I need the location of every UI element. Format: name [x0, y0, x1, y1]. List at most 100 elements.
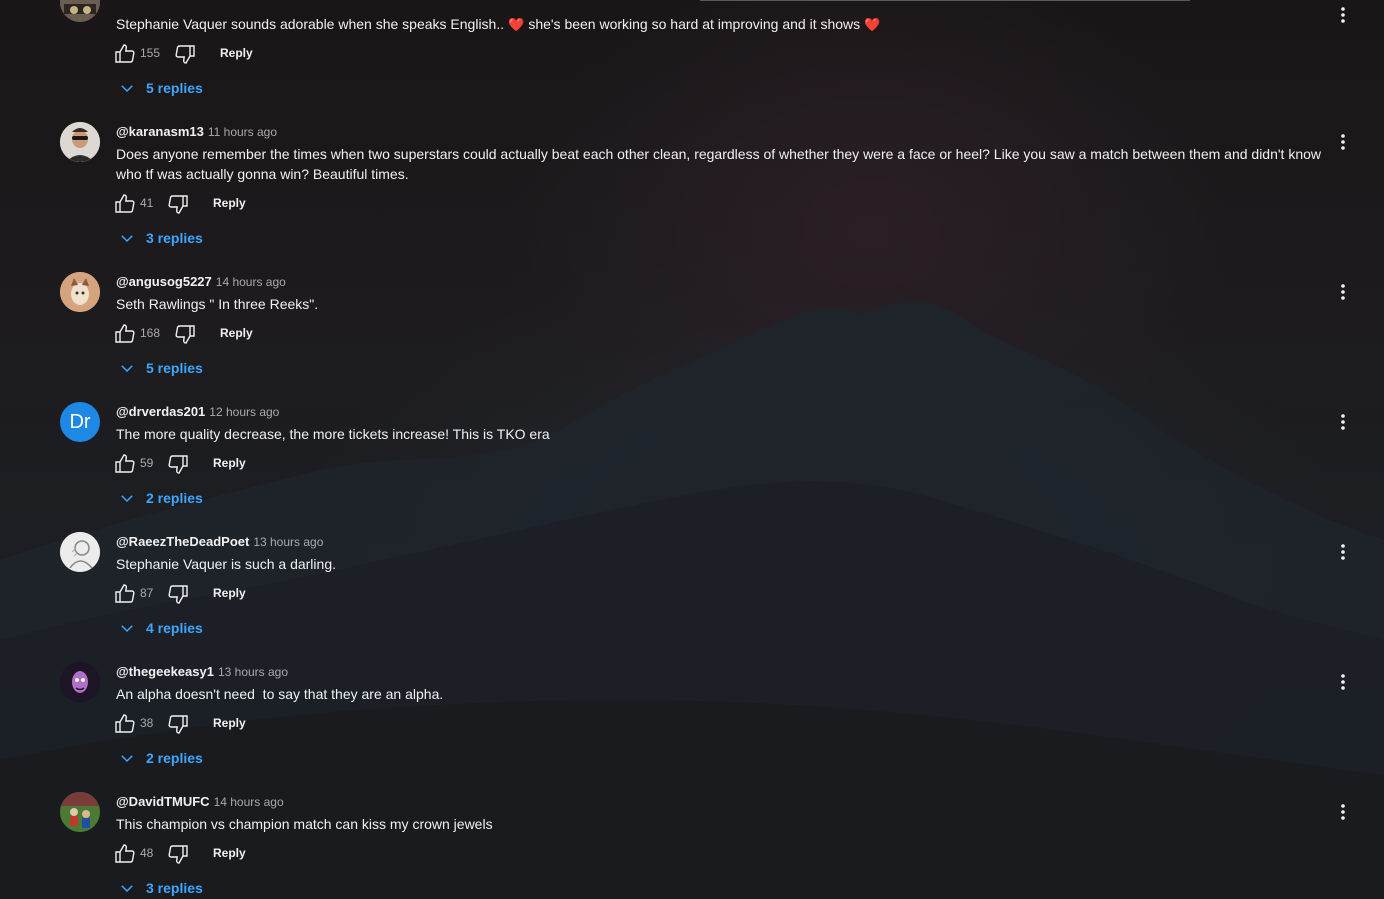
chevron-down-icon — [121, 85, 133, 93]
thumbs-down-icon[interactable] — [166, 712, 190, 736]
comment-header: @DavidTMUFC 14 hours ago — [116, 794, 284, 809]
timestamp[interactable]: 12 hours ago — [209, 405, 279, 419]
replies-count-label: 4 replies — [146, 620, 203, 636]
view-replies-button[interactable]: 2 replies — [118, 748, 203, 768]
replies-count-label: 3 replies — [146, 230, 203, 246]
avatar[interactable] — [60, 792, 100, 832]
thumbs-down-icon[interactable] — [166, 842, 190, 866]
more-options-icon[interactable] — [1331, 130, 1355, 154]
view-replies-button[interactable]: 5 replies — [118, 78, 203, 98]
author-name[interactable]: @DavidTMUFC — [116, 794, 210, 809]
like-count: 41 — [140, 196, 154, 210]
avatar[interactable] — [60, 122, 100, 162]
more-options-icon[interactable] — [1331, 280, 1355, 304]
timestamp[interactable]: 14 hours ago — [216, 275, 286, 289]
avatar[interactable]: Dr — [60, 402, 100, 442]
like-count: 87 — [140, 586, 154, 600]
comment-text: This champion vs champion match can kiss… — [116, 816, 493, 832]
thumbs-up-icon[interactable] — [113, 192, 137, 216]
avatar-man-sunglasses-image — [60, 122, 100, 162]
more-options-icon[interactable] — [1331, 410, 1355, 434]
view-replies-button[interactable]: 4 replies — [118, 618, 203, 638]
avatar[interactable] — [60, 272, 100, 312]
timestamp[interactable]: 13 hours ago — [218, 665, 288, 679]
reply-button[interactable]: Reply — [213, 456, 246, 470]
timestamp[interactable]: 11 hours ago — [208, 125, 277, 139]
comment-header: @drverdas201 12 hours ago — [116, 404, 279, 419]
thumbs-down-icon[interactable] — [166, 192, 190, 216]
thumbs-up-icon[interactable] — [113, 452, 137, 476]
view-replies-button[interactable]: 3 replies — [118, 228, 203, 248]
thumbs-up-icon[interactable] — [113, 842, 137, 866]
view-replies-button[interactable]: 2 replies — [118, 488, 203, 508]
thumbs-up-icon[interactable] — [113, 582, 137, 606]
comment-actions: 168 Reply — [113, 322, 413, 346]
comment-text: Stephanie Vaquer is such a darling. — [116, 556, 336, 572]
comment-text: Does anyone remember the times when two … — [116, 146, 1322, 182]
more-options-icon[interactable] — [1331, 540, 1355, 564]
comment-actions: 41 Reply — [113, 192, 413, 216]
author-name[interactable]: @RaeezTheDeadPoet — [116, 534, 249, 549]
reply-button[interactable]: Reply — [213, 846, 246, 860]
thumbs-down-icon[interactable] — [166, 582, 190, 606]
reply-button[interactable]: Reply — [220, 46, 253, 60]
author-name[interactable]: @thegeekeasy1 — [116, 664, 214, 679]
reply-button[interactable]: Reply — [213, 586, 246, 600]
timestamp[interactable]: 14 hours ago — [214, 795, 284, 809]
comment-header: @karanasm13 11 hours ago — [116, 124, 277, 139]
like-count: 168 — [140, 326, 161, 340]
chevron-down-icon — [121, 365, 133, 373]
avatar-sketch-image — [60, 532, 100, 572]
comment-actions: 59 Reply — [113, 452, 413, 476]
replies-count-label: 3 replies — [146, 880, 203, 896]
thumbs-up-icon[interactable] — [113, 42, 137, 66]
thumbs-down-icon[interactable] — [166, 452, 190, 476]
like-count: 155 — [140, 46, 161, 60]
thumbs-down-icon[interactable] — [173, 42, 197, 66]
avatar[interactable] — [60, 0, 100, 22]
chevron-down-icon — [121, 495, 133, 503]
more-options-icon[interactable] — [1331, 3, 1355, 27]
thumbs-up-icon[interactable] — [113, 712, 137, 736]
comment-text: An alpha doesn't need to say that they a… — [116, 686, 444, 702]
replies-count-label: 2 replies — [146, 750, 203, 766]
avatar-football-image — [60, 792, 100, 832]
chevron-down-icon — [121, 235, 133, 243]
like-count: 48 — [140, 846, 154, 860]
like-count: 59 — [140, 456, 154, 470]
comment-list: Stephanie Vaquer sounds adorable when sh… — [0, 0, 1384, 899]
reply-button[interactable]: Reply — [213, 716, 246, 730]
chevron-down-icon — [121, 885, 133, 893]
chevron-down-icon — [121, 755, 133, 763]
thumbs-down-icon[interactable] — [173, 322, 197, 346]
avatar-initials: Dr — [69, 410, 91, 433]
comment-actions: 48 Reply — [113, 842, 413, 866]
comment-actions: 38 Reply — [113, 712, 413, 736]
thumbs-up-icon[interactable] — [113, 322, 137, 346]
comment-header: @thegeekeasy1 13 hours ago — [116, 664, 288, 679]
comment-actions: 87 Reply — [113, 582, 413, 606]
avatar-wrestler-image — [60, 0, 100, 22]
comment-text: Seth Rawlings " In three Reeks". — [116, 296, 319, 312]
author-name[interactable]: @drverdas201 — [116, 404, 205, 419]
avatar[interactable] — [60, 532, 100, 572]
author-name[interactable]: @karanasm13 — [116, 124, 204, 139]
reply-button[interactable]: Reply — [213, 196, 246, 210]
timestamp[interactable]: 13 hours ago — [253, 535, 323, 549]
author-name[interactable]: @angusog5227 — [116, 274, 212, 289]
comment-text: Stephanie Vaquer sounds adorable when sh… — [116, 16, 881, 32]
heart-icon: ❤️ — [508, 17, 525, 32]
more-options-icon[interactable] — [1331, 670, 1355, 694]
replies-count-label: 5 replies — [146, 360, 203, 376]
avatar-dark-face-image — [60, 662, 100, 702]
replies-count-label: 2 replies — [146, 490, 203, 506]
replies-count-label: 5 replies — [146, 80, 203, 96]
view-replies-button[interactable]: 3 replies — [118, 878, 203, 898]
chevron-down-icon — [121, 625, 133, 633]
more-options-icon[interactable] — [1331, 800, 1355, 824]
comment-header: @RaeezTheDeadPoet 13 hours ago — [116, 534, 323, 549]
avatar[interactable] — [60, 662, 100, 702]
view-replies-button[interactable]: 5 replies — [118, 358, 203, 378]
comment-header: @angusog5227 14 hours ago — [116, 274, 286, 289]
reply-button[interactable]: Reply — [220, 326, 253, 340]
